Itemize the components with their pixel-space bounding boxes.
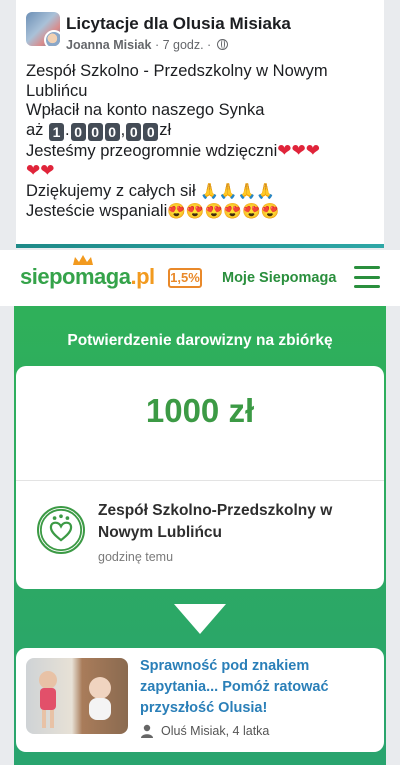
smiling-face-with-hearts-icon: 😍: [223, 202, 242, 220]
siepomaga-logo[interactable]: siepomaga.pl: [20, 255, 155, 290]
amount-currency: zł: [159, 120, 172, 139]
digit-separator: .: [65, 120, 70, 139]
my-siepomaga-link[interactable]: Moje Siepomaga: [222, 270, 336, 286]
down-arrow-icon: [174, 604, 226, 634]
person-icon: [141, 724, 153, 738]
post-line: Zespół Szkolno - Przedszkolny w Nowym: [26, 62, 328, 80]
heart-icon: ❤: [277, 140, 292, 160]
heart-icon: ❤: [26, 161, 41, 181]
logo-text: po: [49, 264, 75, 289]
divider: [16, 480, 384, 481]
facebook-post-card: Licytacje dla Olusia Misiaka Joanna Misi…: [16, 0, 384, 248]
siepomaga-header: siepomaga.pl 1,5% Moje Siepomaga: [0, 250, 400, 306]
fundraiser-card[interactable]: Sprawność pod znakiem zapytania... Pomóż…: [16, 648, 384, 752]
amount-prefix: aż: [26, 120, 44, 139]
post-text: Zespół Szkolno - Przedszkolny w Nowym Lu…: [26, 62, 378, 221]
post-line: Jesteście wspaniali😍😍😍😍😍😍: [26, 202, 378, 222]
keycap-digit: 0: [87, 122, 103, 141]
donation-card: 1000 zł Zespół Szkolno-Przedszkolny w No…: [16, 366, 384, 589]
heart-icon: ❤: [291, 140, 306, 160]
thanks-text: Jesteśmy przeogromnie wdzięczni: [26, 141, 278, 160]
hamburger-menu-icon[interactable]: [354, 266, 380, 288]
confirmation-title: Potwierdzenie darowizny na zbiórkę: [67, 332, 333, 349]
post-line: Lublińcu: [26, 81, 88, 100]
heart-icon: ❤: [305, 140, 321, 160]
logo-text: maga: [74, 264, 131, 289]
smiling-face-with-hearts-icon: 😍: [204, 202, 224, 220]
praying-hands-icon: 🙏: [256, 182, 275, 200]
child-photo-icon: [39, 671, 111, 728]
post-line-amount: aż 1. 0 0 0, 0 0 zł: [26, 121, 378, 141]
post-header: Licytacje dla Olusia Misiaka Joanna Misi…: [26, 12, 374, 56]
praying-hands-icon: 🙏: [218, 182, 238, 200]
post-line: Wpłacił na konto naszego Synka: [26, 101, 265, 120]
post-line: Jesteśmy przeogromnie wdzięczni❤❤❤: [26, 141, 378, 162]
keycap-digit: 0: [104, 122, 120, 141]
group-name[interactable]: Licytacje dla Olusia Misiaka: [66, 14, 291, 34]
fundraiser-title[interactable]: Sprawność pod znakiem zapytania... Pomóż…: [140, 656, 372, 719]
praying-hands-icon: 🙏: [237, 182, 257, 200]
organization-heart-icon: [37, 506, 85, 554]
group-avatar[interactable]: [26, 12, 60, 46]
praise-text: Jesteście wspaniali: [26, 201, 168, 220]
donation-time: godzinę temu: [98, 550, 174, 564]
fundraiser-beneficiary: Oluś Misiak, 4 latka: [161, 724, 270, 738]
logo-heart-icon: [73, 255, 93, 265]
globe-icon: [216, 39, 228, 50]
donation-amount: 1000 zł: [145, 392, 255, 429]
keycap-digit: 0: [126, 122, 142, 141]
fundraiser-photo[interactable]: [26, 658, 128, 734]
heart-eyes-icon: 😍: [260, 202, 280, 220]
author-avatar[interactable]: [44, 30, 60, 46]
organization-name[interactable]: Zespół Szkolno-Przedszkolny w Nowym Lubl…: [98, 500, 368, 544]
keycap-digit: 1: [49, 122, 65, 141]
heart-eyes-icon: 😍: [241, 202, 261, 220]
post-meta: Joanna Misiak · 7 godz. ·: [66, 38, 228, 52]
heart-icon: ❤: [40, 161, 55, 181]
post-line: Dziękujemy z całych sił 🙏🙏🙏🙏: [26, 182, 378, 202]
keycap-digit: 0: [70, 122, 86, 141]
embedded-image-edge: [16, 244, 384, 248]
post-author[interactable]: Joanna Misiak: [66, 38, 151, 52]
logo-text: sie: [20, 264, 50, 289]
smiling-face-with-hearts-icon: 😍: [167, 202, 186, 220]
logo-domain: .pl: [130, 264, 155, 289]
post-time[interactable]: · 7 godz. ·: [155, 38, 211, 52]
one-and-half-percent-badge[interactable]: 1,5%: [168, 268, 202, 288]
gratitude-text: Dziękujemy z całych sił: [26, 181, 196, 200]
praying-hands-icon: 🙏: [200, 182, 219, 200]
digit-separator: ,: [120, 120, 126, 139]
keycap-digit: 0: [143, 122, 159, 141]
donation-confirmation-panel: Potwierdzenie darowizny na zbiórkę 1000 …: [14, 306, 386, 765]
post-line: ❤❤: [26, 161, 378, 182]
smiling-face-with-hearts-icon: 😍: [185, 202, 205, 220]
